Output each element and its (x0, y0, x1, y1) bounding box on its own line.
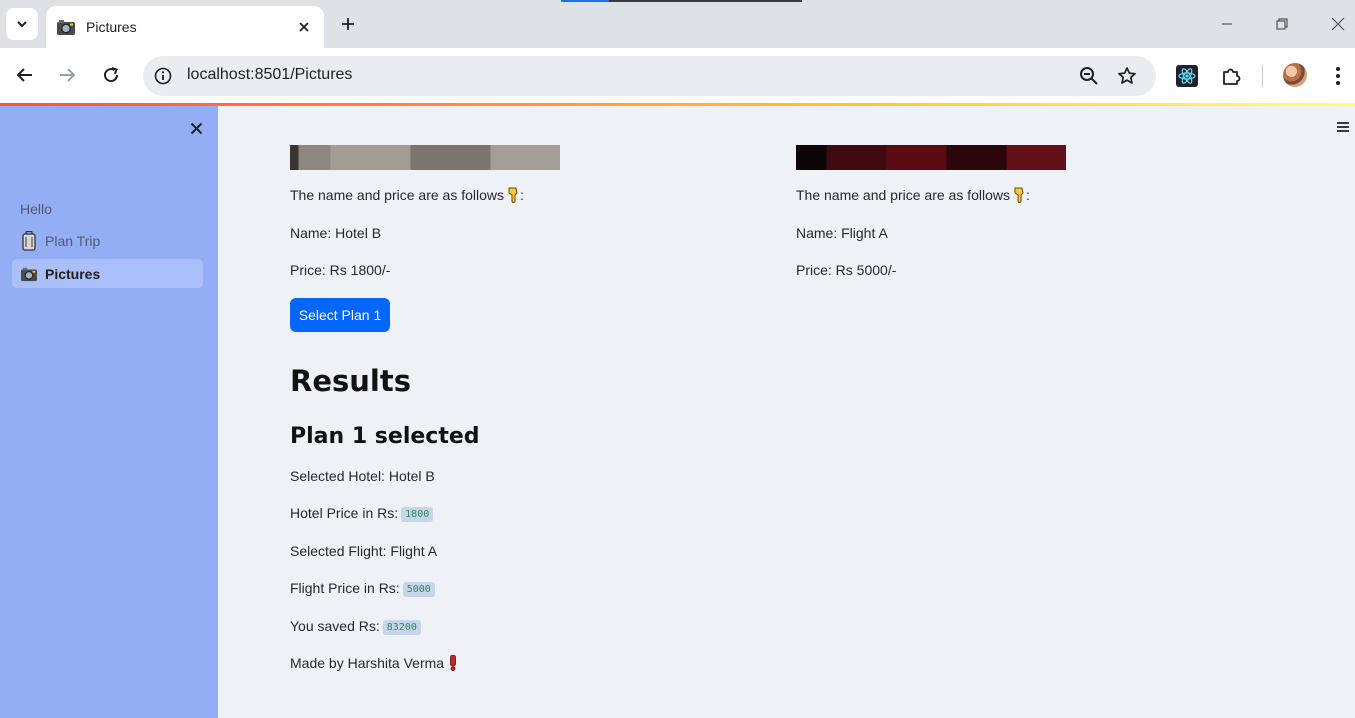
sidebar-item-plan-trip[interactable]: Plan Trip (12, 226, 203, 255)
minimize-icon (1222, 23, 1232, 25)
address-bar[interactable]: localhost:8501/Pictures (143, 56, 1156, 96)
kebab-menu-icon[interactable] (1324, 62, 1352, 90)
hotel-image (290, 145, 560, 170)
close-icon (190, 122, 202, 134)
card-intro: The name and price are as follows: (796, 187, 1030, 203)
pointing-down-hand-icon (508, 187, 518, 203)
sidebar: Hello Plan Trip Pictures (0, 106, 218, 718)
back-button[interactable] (10, 60, 40, 90)
pointing-down-hand-icon (1014, 187, 1024, 203)
extensions-puzzle-icon[interactable] (1217, 62, 1245, 90)
close-icon (1331, 17, 1345, 31)
arrow-right-icon (60, 68, 76, 82)
toolbar-divider (1262, 65, 1263, 87)
restore-button[interactable] (1270, 12, 1294, 36)
results-heading: Results (290, 364, 411, 398)
card-price: Price: Rs 1800/- (290, 262, 391, 278)
savings-label: You saved Rs: (290, 618, 380, 634)
sidebar-close-button[interactable] (186, 118, 206, 138)
zoom-icon[interactable] (1077, 64, 1101, 88)
url-text: localhost:8501/Pictures (187, 66, 353, 83)
card-name: Name: Hotel B (290, 225, 382, 241)
forward-button[interactable] (52, 60, 82, 90)
chevron-down-icon (17, 21, 27, 28)
card-intro-text: The name and price are as follows (290, 187, 504, 203)
react-devtools-icon[interactable] (1173, 62, 1201, 90)
new-tab-button[interactable] (336, 12, 360, 36)
sidebar-item-label: Hello (20, 200, 52, 217)
site-info-icon[interactable] (151, 64, 175, 88)
plus-icon (342, 18, 354, 30)
hotel-price-label: Hotel Price in Rs: (290, 505, 399, 521)
minimize-button[interactable] (1215, 12, 1239, 36)
bookmark-star-icon[interactable] (1115, 64, 1139, 88)
tab-group-indicator (561, 0, 802, 2)
hotel-price-row: Hotel Price in Rs: 1800 (290, 505, 434, 522)
exclamation-icon (450, 655, 456, 671)
card-intro: The name and price are as follows: (290, 187, 524, 203)
savings-value: 83200 (382, 620, 421, 635)
sidebar-item-label: Pictures (45, 265, 101, 282)
browser-tab[interactable]: Pictures (46, 6, 324, 48)
browser-toolbar: localhost:8501/Pictures (0, 48, 1355, 104)
tab-strip: Pictures (0, 0, 1355, 48)
card-price: Price: Rs 5000/- (796, 262, 897, 278)
sidebar-item-hello[interactable]: Hello (12, 194, 203, 223)
window-close-button[interactable] (1326, 12, 1350, 36)
hamburger-icon (1337, 122, 1349, 132)
tab-search-button[interactable] (6, 8, 38, 40)
reload-icon (104, 67, 119, 83)
footer-text: Made by Harshita Verma (290, 655, 445, 671)
camera-icon (56, 17, 76, 37)
card-intro-text: The name and price are as follows (796, 187, 1010, 203)
restore-icon (1276, 18, 1288, 30)
profile-avatar[interactable] (1283, 63, 1307, 87)
plan-selected-heading: Plan 1 selected (290, 424, 480, 449)
reload-button[interactable] (96, 60, 126, 90)
hotel-price-value: 1800 (401, 507, 434, 522)
tab-title: Pictures (86, 19, 137, 35)
selected-hotel-text: Selected Hotel: Hotel B (290, 468, 435, 484)
footer-credit: Made by Harshita Verma (290, 655, 460, 671)
arrow-left-icon (16, 68, 32, 82)
flight-price-value: 5000 (402, 582, 435, 597)
sidebar-item-label: Plan Trip (45, 232, 101, 249)
luggage-icon (20, 230, 38, 251)
close-icon[interactable] (294, 17, 314, 37)
camera-icon (20, 264, 38, 284)
card-name: Name: Flight A (796, 225, 888, 241)
main-menu-button[interactable] (1334, 118, 1352, 136)
flight-image (796, 145, 1066, 170)
flight-price-row: Flight Price in Rs: 5000 (290, 580, 435, 597)
flight-price-label: Flight Price in Rs: (290, 580, 400, 596)
savings-row: You saved Rs: 83200 (290, 618, 421, 635)
selected-flight-text: Selected Flight: Flight A (290, 543, 438, 559)
select-plan-button[interactable]: Select Plan 1 (290, 298, 390, 332)
sidebar-item-pictures[interactable]: Pictures (12, 259, 203, 288)
